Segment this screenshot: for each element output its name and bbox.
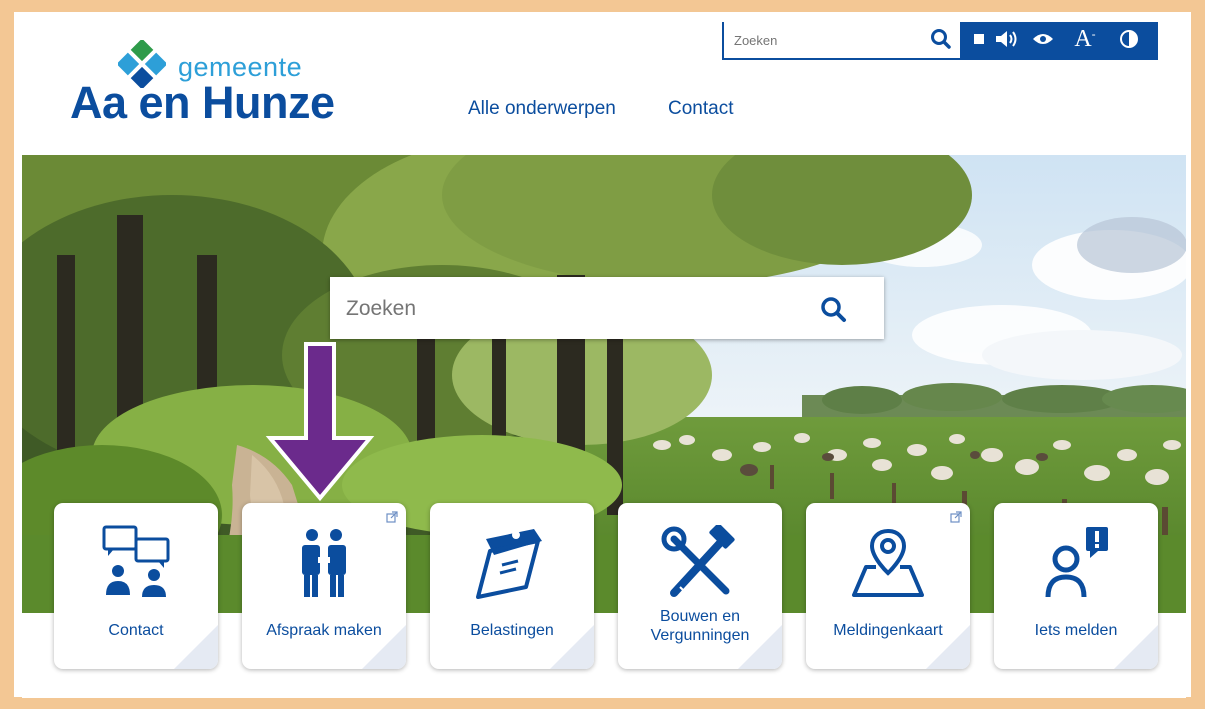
search-icon[interactable] [928,26,954,52]
speaker-icon[interactable] [992,26,1022,52]
header-search-box [722,22,962,60]
hero-search-box [330,277,884,339]
appointment-people-icon [302,529,346,597]
eye-icon[interactable] [1028,26,1058,52]
tile-afspraak-maken[interactable]: Afspraak maken [242,503,406,669]
contrast-icon[interactable] [1114,26,1144,52]
logo-name: Aa en Hunze [70,77,335,128]
nav-contact[interactable]: Contact [668,98,733,120]
tools-icon [661,525,735,597]
report-person-icon [1045,527,1108,598]
chat-people-icon [102,525,170,597]
header-search-input[interactable] [732,28,916,52]
hero-search-icon[interactable] [818,294,850,326]
website-page: gemeente Aa en Hunze Alle onderwerpen Co… [22,22,1186,698]
tile-label-line1: Bouwen en [659,608,741,625]
tile-corner-decoration [1114,625,1158,669]
tile-corner-decoration [550,625,594,669]
tile-label-line2: Vergunningen [650,627,750,644]
hero-search-input[interactable] [344,293,788,325]
tile-corner-decoration [738,625,782,669]
tile-corner-decoration [926,625,970,669]
annotation-arrow-icon [265,342,375,502]
tax-document-icon [476,529,542,599]
tile-corner-decoration [362,625,406,669]
tile-iets-melden[interactable]: Iets melden [994,503,1158,669]
tile-bouwen-en-vergunningen[interactable]: Bouwen en Vergunningen [618,503,782,669]
accessibility-toolbar: A- [962,22,1158,60]
tile-belastingen[interactable]: Belastingen [430,503,594,669]
stop-icon[interactable] [968,26,990,52]
nav-alle-onderwerpen[interactable]: Alle onderwerpen [468,98,616,120]
external-link-icon [950,511,962,523]
tile-contact[interactable]: Contact [54,503,218,669]
map-pin-icon [852,528,924,597]
external-link-icon [386,511,398,523]
logo[interactable]: gemeente Aa en Hunze [22,22,382,142]
font-size-icon[interactable]: A- [1068,26,1102,52]
tile-meldingenkaart[interactable]: Meldingenkaart [806,503,970,669]
tile-corner-decoration [174,625,218,669]
